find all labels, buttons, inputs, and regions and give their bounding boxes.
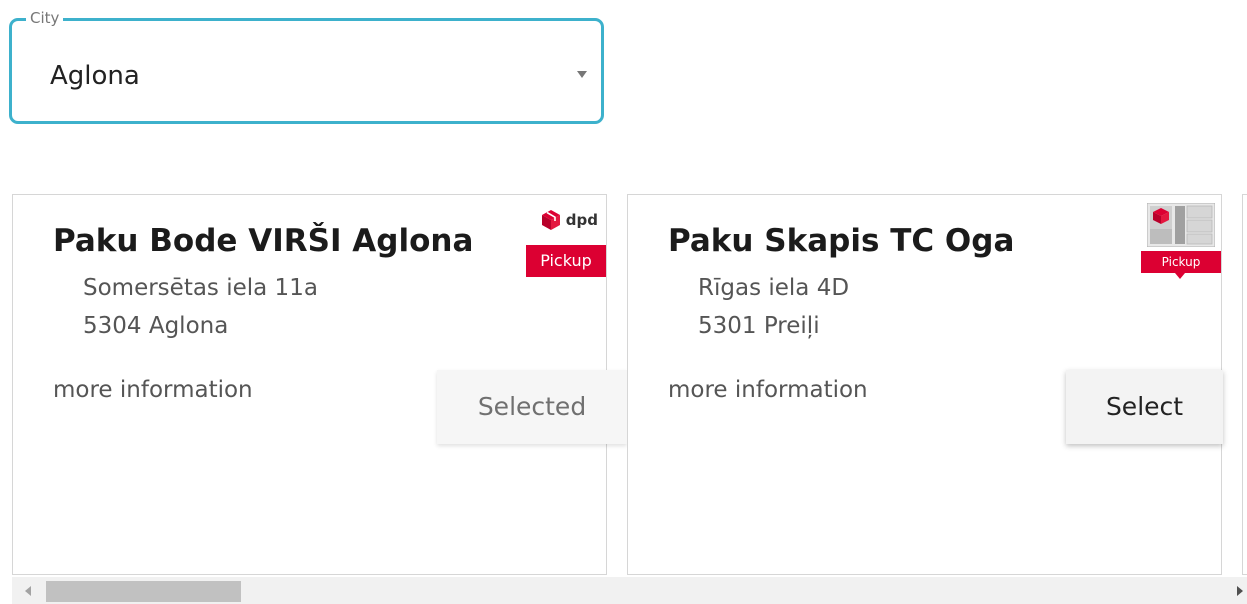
pickup-point-card-partial: [1242, 194, 1247, 575]
scroll-right-icon[interactable]: [1237, 586, 1243, 596]
pickup-point-street: Somersētas iela 11a: [83, 275, 318, 301]
pickup-selector-page: City Aglona Paku Bode VIRŠI Aglona Somer…: [0, 0, 1247, 604]
city-select-label: City: [26, 8, 64, 28]
scrollbar-thumb[interactable]: [46, 581, 241, 602]
parcel-locker-logo: Pickup: [1141, 203, 1221, 279]
chevron-down-icon[interactable]: [577, 71, 587, 78]
dpd-brand: dpd: [539, 207, 598, 233]
dpd-cube-icon: [541, 210, 560, 230]
pickup-point-street: Rīgas iela 4D: [698, 275, 850, 301]
tag-pointer-icon: [1175, 273, 1185, 279]
pickup-point-list: Paku Bode VIRŠI Aglona Somersētas iela 1…: [12, 194, 1247, 577]
more-information-link[interactable]: more information: [668, 375, 868, 405]
city-select-value[interactable]: Aglona: [50, 59, 140, 93]
selected-button[interactable]: Selected: [437, 370, 627, 444]
pickup-point-city: 5301 Preiļi: [698, 313, 820, 339]
select-button[interactable]: Select: [1066, 370, 1223, 444]
dpd-pickup-logo: dpd Pickup: [526, 205, 606, 277]
pickup-point-title: Paku Bode VIRŠI Aglona: [53, 223, 474, 259]
dpd-brand-text: dpd: [565, 211, 598, 229]
scroll-left-icon[interactable]: [25, 586, 31, 596]
pickup-tag: Pickup: [526, 245, 606, 277]
more-information-link[interactable]: more information: [53, 375, 253, 405]
parcel-locker-icon: [1147, 203, 1215, 247]
city-select[interactable]: City Aglona: [9, 8, 604, 124]
pickup-point-title: Paku Skapis TC Oga: [668, 223, 1015, 259]
pickup-tag: Pickup: [1141, 251, 1221, 273]
pickup-point-card: Paku Skapis TC Oga Rīgas iela 4D 5301 Pr…: [627, 194, 1223, 575]
pickup-point-card: Paku Bode VIRŠI Aglona Somersētas iela 1…: [12, 194, 627, 575]
pickup-point-city: 5304 Aglona: [83, 313, 229, 339]
horizontal-scrollbar[interactable]: [12, 577, 1247, 604]
